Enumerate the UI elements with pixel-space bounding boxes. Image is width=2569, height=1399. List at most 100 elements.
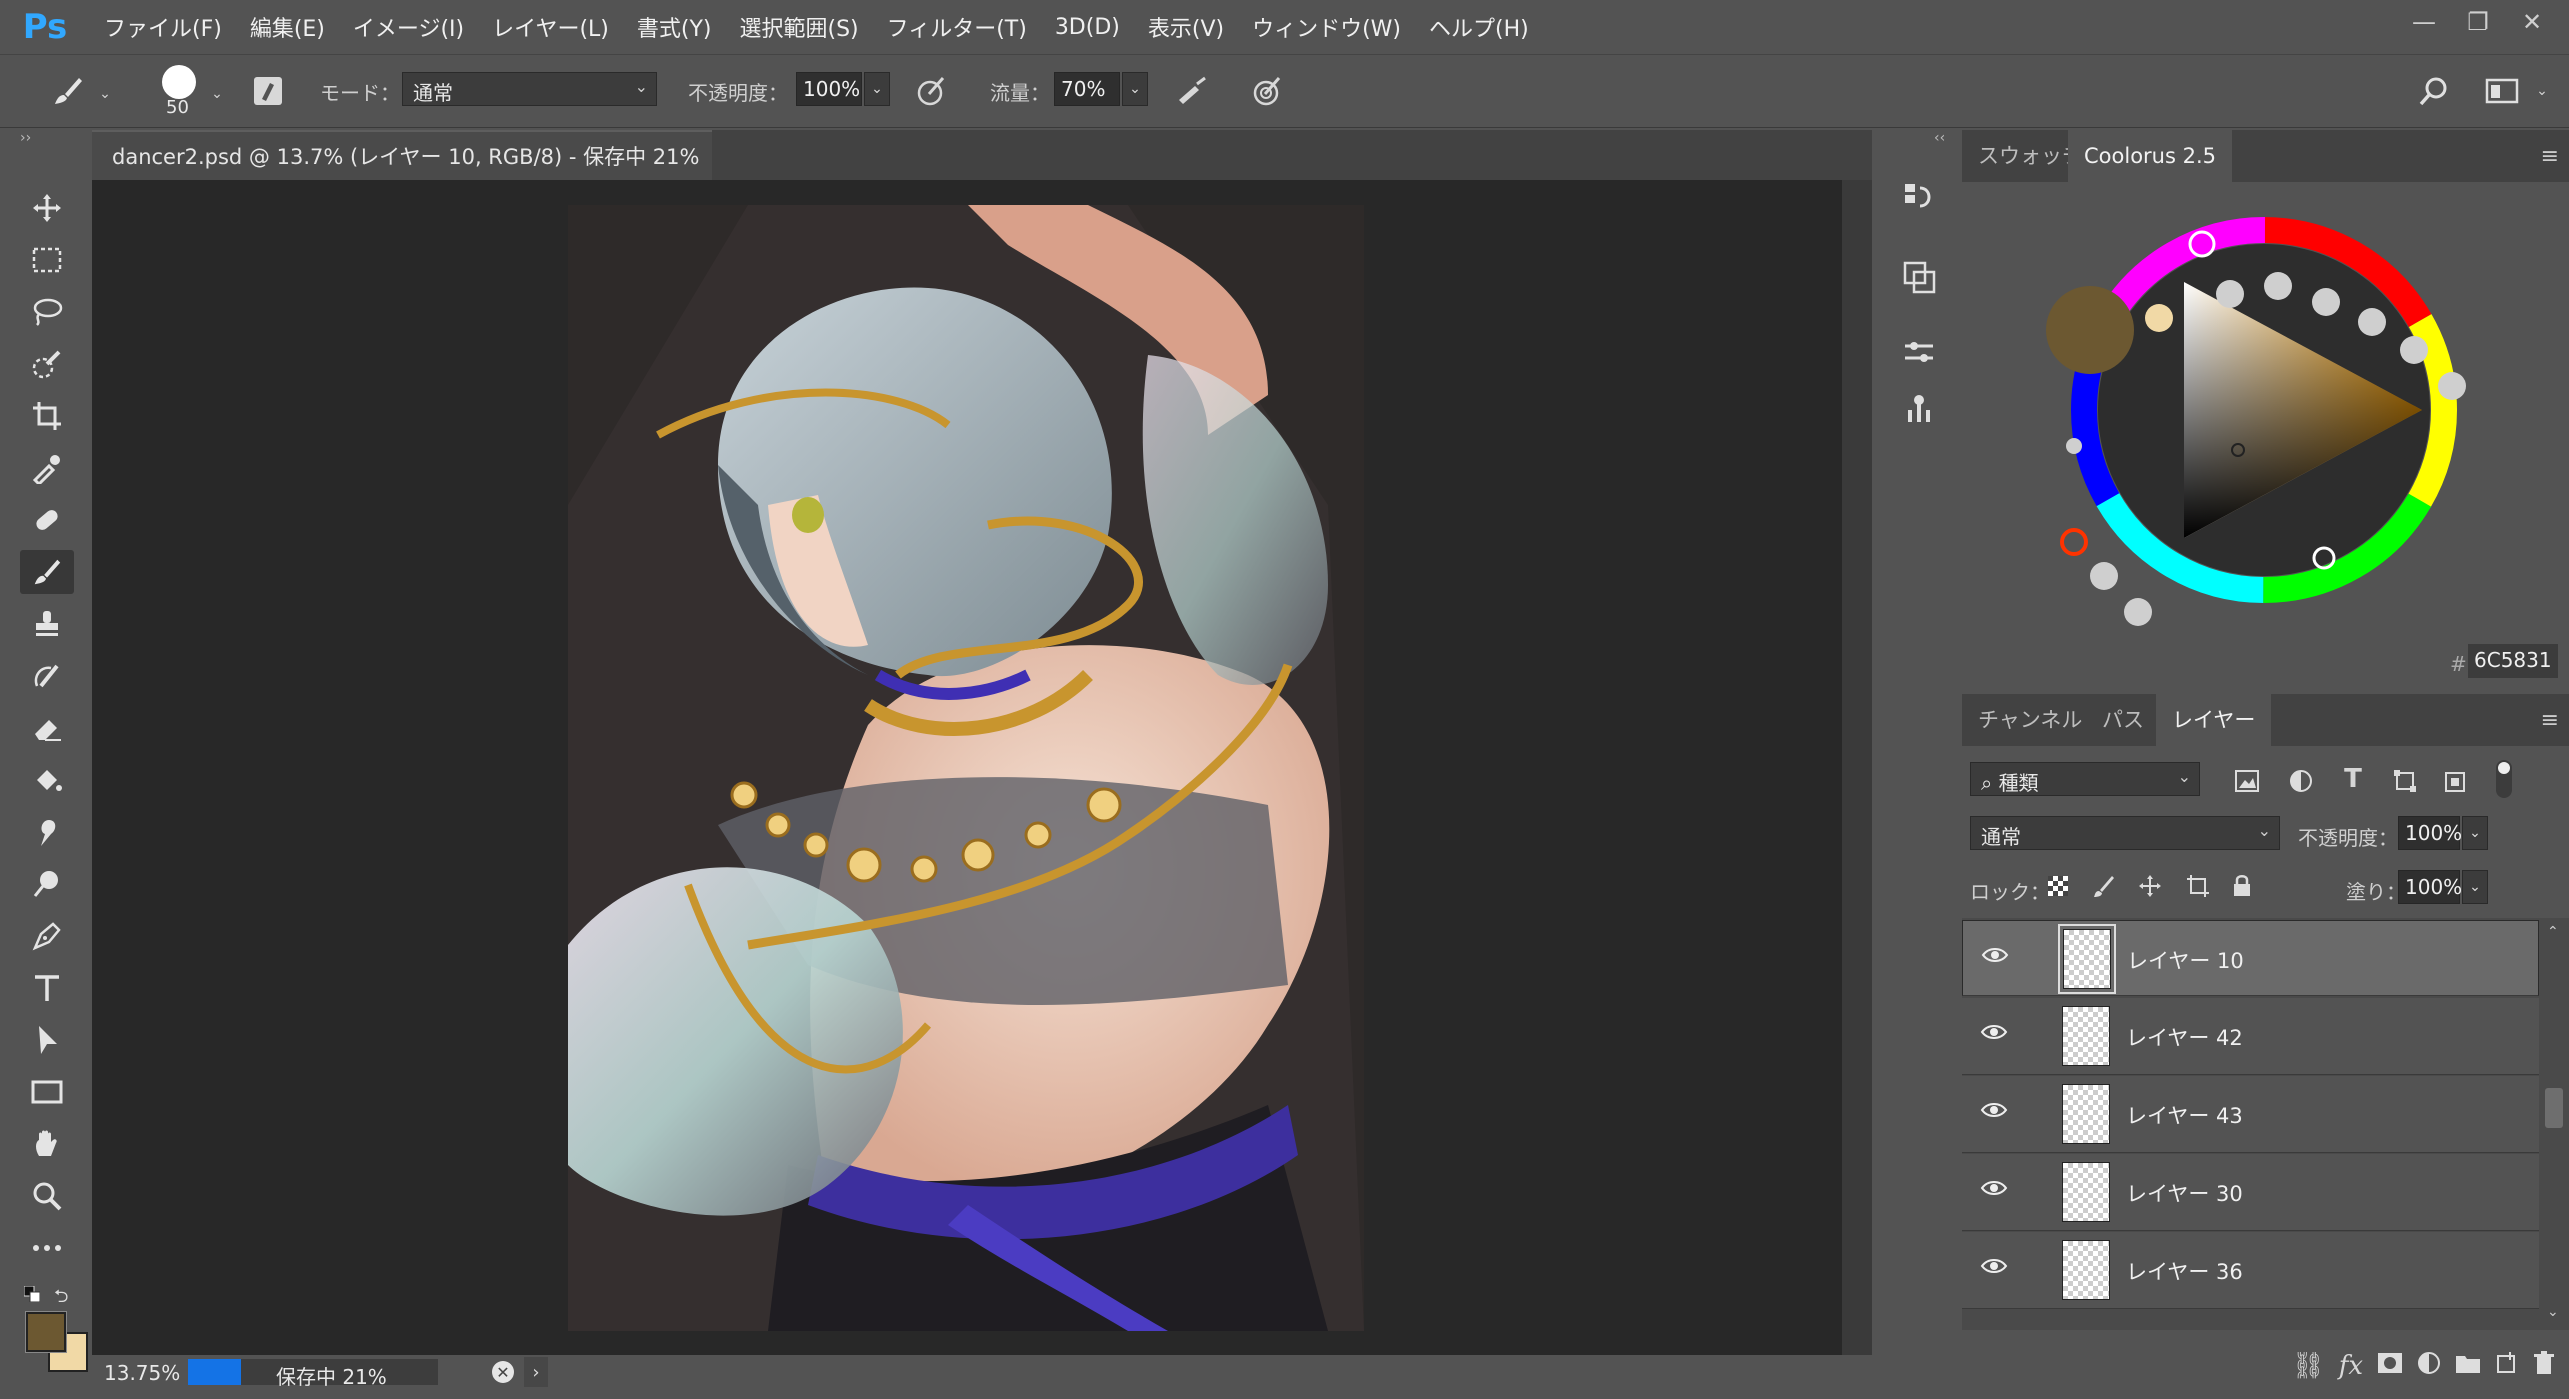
lock-position-icon[interactable] (2136, 872, 2164, 900)
lock-transparent-icon[interactable] (2044, 872, 2072, 900)
zoom-level[interactable]: 13.75% (104, 1361, 180, 1385)
workspace-icon[interactable] (2480, 71, 2524, 111)
crop-tool-icon[interactable] (20, 394, 74, 438)
lock-pixels-icon[interactable] (2090, 872, 2118, 900)
chevron-down-icon[interactable]: ⌄ (96, 85, 114, 103)
layer-filter-select[interactable]: ⌕ 種類 ⌄ (1970, 762, 2200, 796)
paint-bucket-tool-icon[interactable] (20, 758, 74, 802)
layer-row[interactable]: レイヤー 30 (1962, 1154, 2539, 1231)
brush-settings-icon[interactable] (250, 73, 286, 109)
brush-tool-icon[interactable] (20, 550, 74, 594)
default-colors-icon[interactable] (23, 1285, 41, 1303)
panel-menu-icon[interactable]: ≡ (2541, 708, 2559, 733)
eyedropper-tool-icon[interactable] (20, 446, 74, 490)
adjustments-panel-icon[interactable] (1896, 330, 1942, 376)
menu-layer[interactable]: レイヤー(L) (478, 11, 623, 43)
brushes-panel-icon[interactable] (1896, 386, 1942, 432)
filter-type-icon[interactable]: T (2338, 764, 2368, 794)
brush-preset-icon[interactable] (46, 69, 90, 113)
layer-opacity-dropdown[interactable]: ⌄ (2462, 816, 2488, 850)
filter-smart-object-icon[interactable] (2440, 766, 2470, 796)
panel-menu-icon[interactable]: ≡ (2541, 144, 2559, 169)
new-layer-icon[interactable] (2495, 1351, 2519, 1382)
link-layers-icon[interactable]: ⛓ (2292, 1351, 2325, 1381)
flow-dropdown[interactable]: ⌄ (1122, 72, 1148, 106)
move-tool-icon[interactable] (20, 186, 74, 230)
menu-type[interactable]: 書式(Y) (623, 11, 726, 43)
add-mask-icon[interactable] (2377, 1351, 2403, 1381)
pressure-size-icon[interactable] (1248, 71, 1288, 111)
hex-input[interactable]: 6C5831 (2468, 644, 2558, 678)
properties-panel-icon[interactable] (1896, 254, 1942, 300)
type-tool-icon[interactable] (20, 966, 74, 1010)
chevron-down-icon[interactable]: ⌄ (208, 85, 226, 103)
menu-3d[interactable]: 3D(D) (1041, 15, 1134, 40)
visibility-eye-icon[interactable] (1980, 1256, 2010, 1284)
lasso-tool-icon[interactable] (20, 290, 74, 334)
smudge-tool-icon[interactable] (20, 810, 74, 854)
search-icon[interactable] (2414, 71, 2454, 111)
menu-image[interactable]: イメージ(I) (339, 11, 478, 43)
status-menu-arrow-icon[interactable]: › (524, 1357, 548, 1387)
cancel-save-icon[interactable]: ✕ (492, 1361, 514, 1383)
filter-shape-icon[interactable] (2390, 766, 2420, 796)
tab-channels[interactable]: チャンネル (1962, 694, 2098, 746)
menu-filter[interactable]: フィルター(T) (873, 11, 1041, 43)
document-tab[interactable]: dancer2.psd @ 13.7% (レイヤー 10, RGB/8) - 保… (92, 130, 712, 219)
opacity-input[interactable]: 100% (796, 72, 862, 106)
hand-tool-icon[interactable] (20, 1122, 74, 1166)
layer-row[interactable]: レイヤー 10 (1962, 920, 2539, 996)
canvas-artwork-image[interactable] (568, 205, 1364, 1331)
visibility-eye-icon[interactable] (1980, 1178, 2010, 1206)
fill-dropdown[interactable]: ⌄ (2462, 870, 2488, 904)
layer-opacity-input[interactable]: 100% (2398, 816, 2462, 850)
filter-adjustment-icon[interactable] (2286, 766, 2316, 796)
menu-select[interactable]: 選択範囲(S) (726, 11, 873, 43)
expand-panel-icon[interactable]: ›› (20, 130, 31, 146)
chevron-down-icon[interactable]: ⌄ (2532, 81, 2552, 101)
visibility-eye-icon[interactable] (1980, 1100, 2010, 1128)
layer-row[interactable]: レイヤー 43 (1962, 1076, 2539, 1153)
rectangle-tool-icon[interactable] (20, 1070, 74, 1114)
minimize-button[interactable]: — (2397, 2, 2451, 42)
visibility-eye-icon[interactable] (1981, 945, 2011, 973)
marquee-tool-icon[interactable] (20, 238, 74, 282)
layer-style-icon[interactable]: fx (2339, 1351, 2363, 1381)
swap-colors-icon[interactable]: ⮌ (54, 1284, 68, 1314)
menu-view[interactable]: 表示(V) (1134, 11, 1238, 43)
menu-help[interactable]: ヘルプ(H) (1415, 11, 1543, 43)
tab-layers[interactable]: レイヤー (2156, 694, 2272, 746)
layer-row[interactable]: レイヤー 36 (1962, 1232, 2539, 1309)
filter-pixel-icon[interactable] (2232, 766, 2262, 796)
new-adjustment-icon[interactable] (2417, 1351, 2441, 1382)
quick-select-tool-icon[interactable] (20, 342, 74, 386)
flow-input[interactable]: 70% (1054, 72, 1120, 106)
canvas-scrollbar[interactable] (1842, 180, 1872, 1355)
brush-tip-preview[interactable] (162, 65, 196, 99)
history-brush-tool-icon[interactable] (20, 654, 74, 698)
restore-button[interactable]: ❐ (2451, 2, 2505, 42)
healing-brush-tool-icon[interactable] (20, 498, 74, 542)
layer-row[interactable]: レイヤー 42 (1962, 998, 2539, 1075)
dodge-tool-icon[interactable] (20, 862, 74, 906)
path-select-tool-icon[interactable] (20, 1018, 74, 1062)
foreground-color-swatch[interactable] (26, 1312, 66, 1352)
opacity-dropdown[interactable]: ⌄ (864, 72, 890, 106)
tab-coolorus[interactable]: Coolorus 2.5 (2068, 130, 2232, 182)
blend-mode-select[interactable]: 通常 ⌄ (1970, 816, 2280, 850)
airbrush-icon[interactable] (1172, 71, 1212, 111)
delete-layer-icon[interactable] (2533, 1350, 2555, 1382)
layer-list-scrollbar[interactable]: ⌃ ⌄ (2539, 918, 2569, 1330)
history-panel-icon[interactable] (1896, 174, 1942, 220)
lock-all-icon[interactable] (2228, 872, 2256, 900)
menu-edit[interactable]: 編集(E) (236, 11, 339, 43)
zoom-tool-icon[interactable] (20, 1174, 74, 1218)
more-tools-icon[interactable] (20, 1226, 74, 1270)
fill-input[interactable]: 100% (2398, 870, 2462, 904)
tab-paths[interactable]: パス (2086, 694, 2160, 746)
new-group-icon[interactable] (2455, 1351, 2481, 1381)
pen-tool-icon[interactable] (20, 914, 74, 958)
pressure-opacity-icon[interactable] (912, 71, 952, 111)
menu-window[interactable]: ウィンドウ(W) (1238, 11, 1415, 43)
mode-select[interactable]: 通常 ⌄ (402, 72, 657, 106)
